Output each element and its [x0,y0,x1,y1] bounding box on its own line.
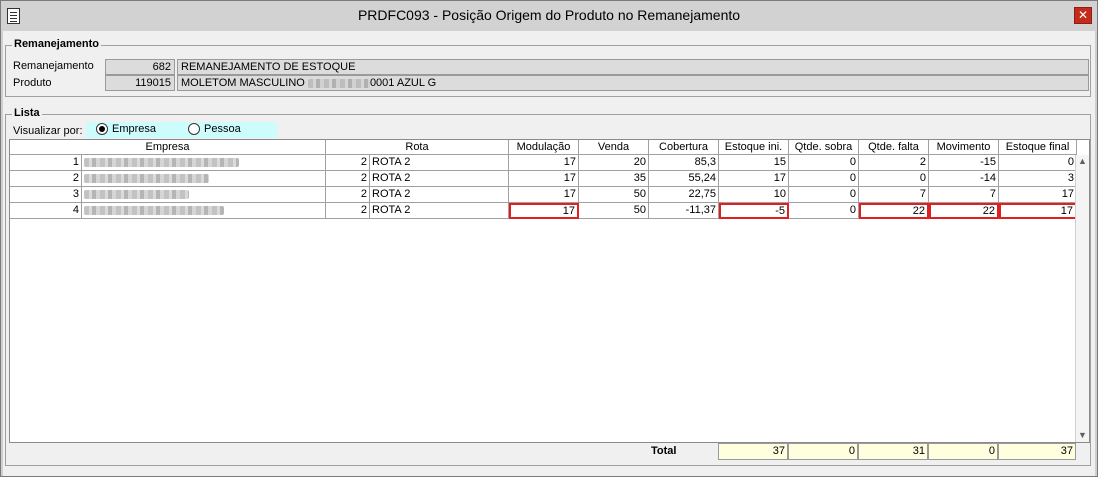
rota-cell[interactable]: ROTA 2 [370,187,509,203]
radio-unchecked-icon[interactable] [188,123,200,135]
rota-num-cell[interactable]: 2 [326,155,370,171]
rota-num-cell[interactable]: 2 [326,187,370,203]
qtde-falta-cell[interactable]: 0 [859,171,929,187]
empresa-cell[interactable] [82,203,326,219]
remanejamento-desc-field: REMANEJAMENTO DE ESTOQUE [177,59,1089,75]
venda-cell[interactable]: 35 [579,171,649,187]
col-header-venda[interactable]: Venda [579,140,649,155]
radio-pessoa[interactable]: Pessoa [188,123,241,135]
empresa-cell[interactable] [82,171,326,187]
produto-desc-suffix: 0001 AZUL G [369,77,437,89]
lista-grid[interactable]: Empresa Rota Modulação Venda Cobertura E… [9,139,1090,443]
row-number[interactable]: 1 [10,155,82,171]
col-header-movimento[interactable]: Movimento [929,140,999,155]
main-window: PRDFC093 - Posição Origem do Produto no … [0,0,1098,477]
rota-num-cell[interactable]: 2 [326,171,370,187]
rota-num-cell[interactable]: 2 [326,203,370,219]
produto-label: Produto [13,77,52,89]
row-number[interactable]: 2 [10,171,82,187]
radio-empresa-label: Empresa [112,123,157,135]
lista-legend: Lista [12,107,42,119]
chevron-up-icon[interactable]: ▲ [1076,155,1089,168]
modulacao-cell[interactable]: 17 [509,171,579,187]
remanejamento-label: Remanejamento [13,60,94,72]
row-number[interactable]: 4 [10,203,82,219]
redacted-text [84,205,224,215]
col-header-qtde-sobra[interactable]: Qtde. sobra [789,140,859,155]
movimento-cell[interactable]: 7 [929,187,999,203]
modulacao-cell-highlighted[interactable]: 17 [509,203,579,219]
total-label: Total [651,445,677,457]
estoque-final-cell-highlighted[interactable]: 17 [999,203,1077,219]
redacted-text [84,173,209,183]
col-header-qtde-falta[interactable]: Qtde. falta [859,140,929,155]
client-area: Remanejamento Remanejamento 682 REMANEJA… [3,31,1095,476]
total-estoque-final: 37 [998,443,1076,460]
estoque-ini-cell[interactable]: 17 [719,171,789,187]
close-button[interactable]: ✕ [1074,7,1092,24]
rota-cell[interactable]: ROTA 2 [370,155,509,171]
remanejamento-legend: Remanejamento [12,38,101,50]
movimento-cell[interactable]: -15 [929,155,999,171]
estoque-final-cell[interactable]: 0 [999,155,1077,171]
movimento-cell[interactable]: -14 [929,171,999,187]
chevron-down-icon[interactable]: ▼ [1076,429,1089,442]
rota-cell[interactable]: ROTA 2 [370,203,509,219]
col-header-estoque-ini[interactable]: Estoque ini. [719,140,789,155]
estoque-final-cell[interactable]: 3 [999,171,1077,187]
estoque-ini-cell-highlighted[interactable]: -5 [719,203,789,219]
col-header-cobertura[interactable]: Cobertura [649,140,719,155]
qtde-sobra-cell[interactable]: 0 [789,155,859,171]
modulacao-cell[interactable]: 17 [509,155,579,171]
qtde-falta-cell-highlighted[interactable]: 22 [859,203,929,219]
venda-cell[interactable]: 50 [579,187,649,203]
estoque-ini-cell[interactable]: 10 [719,187,789,203]
qtde-sobra-cell[interactable]: 0 [789,187,859,203]
qtde-sobra-cell[interactable]: 0 [789,203,859,219]
empresa-cell[interactable] [82,155,326,171]
qtde-sobra-cell[interactable]: 0 [789,171,859,187]
window-title: PRDFC093 - Posição Origem do Produto no … [357,7,741,23]
total-movimento: 0 [928,443,998,460]
col-header-modulacao[interactable]: Modulação [509,140,579,155]
modulacao-cell[interactable]: 17 [509,187,579,203]
produto-code-field: 119015 [105,75,175,91]
rota-cell[interactable]: ROTA 2 [370,171,509,187]
col-header-estoque-final[interactable]: Estoque final [999,140,1077,155]
produto-desc-prefix: MOLETOM MASCULINO [181,77,305,89]
title-bar: PRDFC093 - Posição Origem do Produto no … [1,1,1097,31]
empresa-cell[interactable] [82,187,326,203]
radio-empresa[interactable]: Empresa [96,123,156,135]
cobertura-cell[interactable]: 85,3 [649,155,719,171]
row-number[interactable]: 3 [10,187,82,203]
total-estoque-ini: 37 [718,443,788,460]
total-qtde-sobra: 0 [788,443,858,460]
venda-cell[interactable]: 20 [579,155,649,171]
radio-checked-icon[interactable] [96,123,108,135]
cobertura-cell[interactable]: -11,37 [649,203,719,219]
col-header-empresa[interactable]: Empresa [10,140,326,155]
estoque-ini-cell[interactable]: 15 [719,155,789,171]
estoque-final-cell[interactable]: 17 [999,187,1077,203]
qtde-falta-cell[interactable]: 2 [859,155,929,171]
produto-desc-field: MOLETOM MASCULINO 0001 AZUL G [177,75,1089,91]
movimento-cell-highlighted[interactable]: 22 [929,203,999,219]
visualizar-label: Visualizar por: [13,125,83,137]
remanejamento-code-field: 682 [105,59,175,75]
cobertura-cell[interactable]: 55,24 [649,171,719,187]
total-qtde-falta: 31 [858,443,928,460]
redacted-text [84,157,239,167]
venda-cell[interactable]: 50 [579,203,649,219]
cobertura-cell[interactable]: 22,75 [649,187,719,203]
visualizar-options: Empresa Pessoa [86,122,277,138]
vertical-scrollbar[interactable]: ▲ ▼ [1075,155,1089,442]
redacted-text [307,78,370,88]
qtde-falta-cell[interactable]: 7 [859,187,929,203]
radio-pessoa-label: Pessoa [204,123,241,135]
col-header-rota[interactable]: Rota [326,140,509,155]
redacted-text [84,189,189,199]
